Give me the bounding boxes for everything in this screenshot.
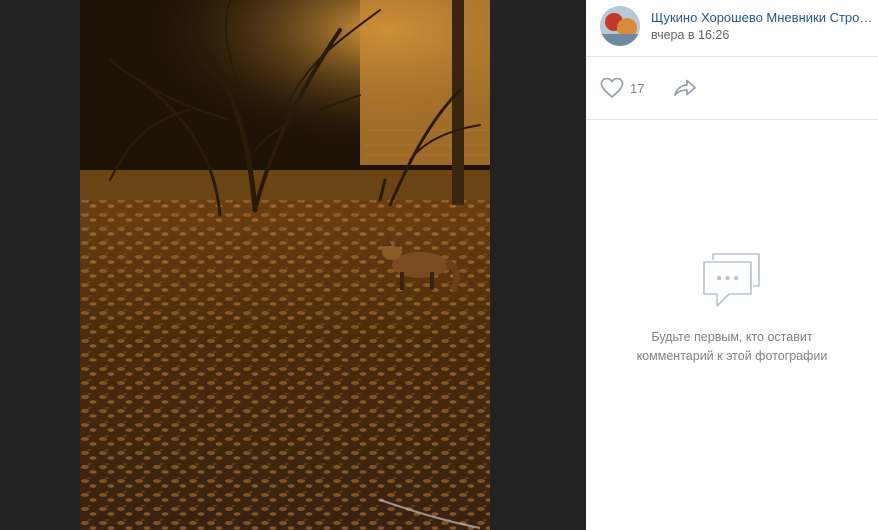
empty-comments-text: Будьте первым, кто оставит комментарий к…: [636, 330, 828, 363]
post-header: Щукино Хорошево Мневники Стро… вчера в 1…: [586, 0, 878, 57]
heart-icon: [600, 77, 624, 98]
photo[interactable]: [80, 0, 490, 530]
post-actions: 17: [586, 57, 878, 120]
empty-comments: Будьте первым, кто оставит комментарий к…: [586, 250, 878, 366]
avatar[interactable]: [600, 6, 640, 46]
comment-bubble-icon: [699, 250, 765, 312]
owner-name-link[interactable]: Щукино Хорошево Мневники Стро…: [651, 10, 875, 25]
share-button[interactable]: [672, 76, 698, 100]
fox-night-photo-image: [80, 0, 490, 530]
like-count: 17: [630, 80, 645, 96]
photo-sidebar: Щукино Хорошево Мневники Стро… вчера в 1…: [586, 0, 878, 530]
share-arrow-icon: [674, 79, 696, 96]
photo-viewer: [0, 0, 586, 530]
like-button[interactable]: 17: [600, 76, 644, 100]
post-time[interactable]: вчера в 16:26: [651, 28, 729, 42]
avatar-image: [600, 6, 640, 46]
